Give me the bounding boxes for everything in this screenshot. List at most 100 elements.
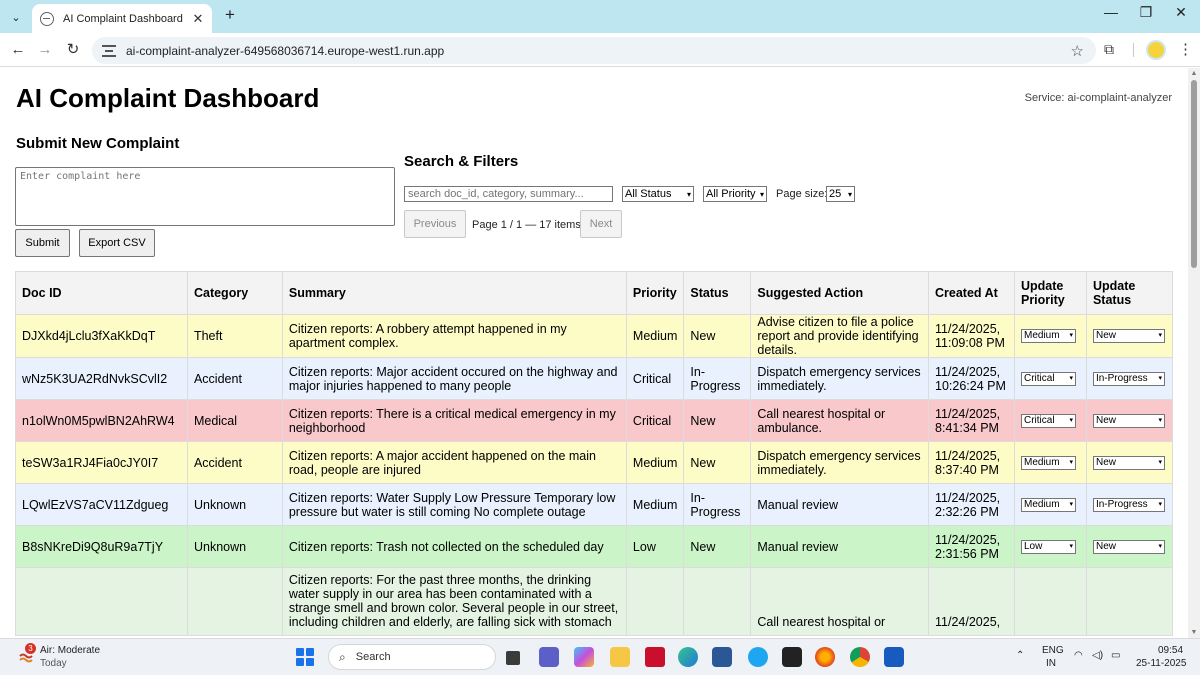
cell-summary: Citizen reports: Major accident occured … [281,357,627,400]
url-text[interactable]: ai-complaint-analyzer-649568036714.europ… [126,44,1071,58]
search-input[interactable] [404,186,613,202]
previous-page-button[interactable]: Previous [404,210,466,238]
volume-icon[interactable]: ◁) [1092,650,1103,661]
clock-date[interactable]: 25-11-2025 [1136,658,1186,669]
cell-created-at: 11/24/2025, 8:37:40 PM [928,441,1015,484]
priority-filter-select[interactable]: All Priority ▾ [703,186,767,202]
more-menu-icon[interactable]: ⋮ [1178,40,1193,58]
tab-search-chevron-icon[interactable]: ⌄ [6,7,26,27]
chrome-icon[interactable] [850,647,870,667]
windows-start-icon[interactable] [296,648,314,666]
cell-doc-id [15,567,188,636]
cell-doc-id: B8sNKreDi9Q8uR9a7TjY [15,525,188,568]
cell-priority: Critical [625,399,685,442]
intellij-icon[interactable] [782,647,802,667]
cell-update-status: In-Progress ▾ [1085,357,1174,400]
next-page-button[interactable]: Next [580,210,622,238]
update-priority-value: Critical [1023,414,1055,426]
tab-close-icon[interactable]: ✕ [188,11,208,27]
reload-icon[interactable]: ↻ [63,40,83,60]
firefox-icon[interactable] [815,647,835,667]
col-header-suggested-action: Suggested Action [750,271,930,315]
language-line2[interactable]: IN [1046,658,1056,669]
cell-status: New [683,399,752,442]
status-filter-value: All Status [625,188,672,200]
cell-created-at: 11/24/2025, 8:41:34 PM [928,399,1015,442]
update-status-select[interactable]: In-Progress ▾ [1092,371,1165,386]
cell-created-at-text: 11/24/2025, [935,615,1001,629]
paint-icon[interactable] [748,647,768,667]
cell-update-status: New ▾ [1085,441,1174,484]
col-header-update-status: Update Status [1085,271,1174,315]
language-line1[interactable]: ENG [1042,645,1064,656]
update-priority-select[interactable]: Medium ▾ [1020,329,1076,343]
complaint-textarea[interactable] [15,167,395,226]
new-tab-plus-icon[interactable]: + [220,5,240,25]
chevron-down-icon: ▾ [686,189,691,199]
chevron-down-icon: ▾ [759,189,764,199]
update-status-select[interactable]: New ▾ [1092,455,1165,470]
cell-status: New [683,314,752,358]
update-priority-value: Medium [1023,498,1060,510]
export-csv-button[interactable]: Export CSV [79,229,155,257]
restore-icon[interactable]: ❐ [1131,4,1161,21]
page-size-select[interactable]: 25 ▾ [826,186,855,202]
back-arrow-icon[interactable]: ← [8,40,28,60]
address-bar[interactable]: ai-complaint-analyzer-649568036714.europ… [92,37,1096,64]
col-header-created-at: Created At [928,271,1015,315]
update-priority-select[interactable]: Critical ▾ [1020,371,1076,386]
site-info-icon[interactable] [102,44,116,57]
browser-tab[interactable]: AI Complaint Dashboard ✕ [32,4,212,33]
update-priority-select[interactable]: Critical ▾ [1020,413,1076,428]
forward-arrow-icon[interactable]: → [35,40,55,60]
scroll-down-arrow-icon[interactable]: ▼ [1188,629,1200,636]
copilot-icon[interactable] [574,647,594,667]
task-view-icon[interactable] [506,651,520,665]
bookmark-star-icon[interactable]: ☆ [1071,42,1084,60]
battery-icon[interactable]: ▭ [1111,650,1120,661]
mcafee-icon[interactable] [645,647,665,667]
update-status-value: New [1095,540,1116,552]
weather-line2[interactable]: Today [40,658,67,669]
cell-category: Accident [186,441,283,484]
weather-line1[interactable]: Air: Moderate [40,645,100,656]
wifi-icon[interactable]: ◠ [1074,650,1083,661]
minimize-icon[interactable]: — [1096,4,1126,20]
scroll-thumb[interactable] [1191,80,1197,268]
scroll-up-arrow-icon[interactable]: ▲ [1188,70,1200,77]
file-explorer-icon[interactable] [610,647,630,667]
teams-icon[interactable] [539,647,559,667]
store-icon[interactable] [712,647,732,667]
taskbar-search[interactable]: ⌕ Search [328,644,496,670]
cell-priority [625,567,685,636]
window-close-icon[interactable]: ✕ [1166,4,1196,21]
page-scrollbar[interactable]: ▲ ▼ [1188,68,1200,638]
update-priority-value: Critical [1023,372,1055,384]
cell-category: Accident [186,357,283,400]
cell-update-status: New ▾ [1085,314,1174,358]
update-status-select[interactable]: New ▾ [1092,413,1165,428]
cell-update-priority: Medium ▾ [1013,314,1087,358]
update-priority-select[interactable]: Medium ▾ [1020,497,1076,512]
update-priority-select[interactable]: Medium ▾ [1020,455,1076,470]
update-status-select[interactable]: New ▾ [1092,539,1165,554]
cell-created-at: 11/24/2025, [928,567,1015,636]
cell-suggested-action: Call nearest hospital or ambulance. [750,399,930,442]
edge-icon[interactable] [678,647,698,667]
submit-button[interactable]: Submit [15,229,70,257]
update-status-select[interactable]: New ▾ [1092,329,1165,343]
status-filter-select[interactable]: All Status ▾ [622,186,694,202]
cell-suggested-action: Advise citizen to file a police report a… [750,314,930,358]
cell-priority: Medium [625,441,685,484]
tray-chevron-up-icon[interactable]: ⌃ [1016,650,1024,661]
extensions-puzzle-icon[interactable]: ⧉ [1104,41,1114,58]
profile-avatar[interactable] [1146,40,1166,60]
cell-status: In-Progress [683,357,752,400]
cell-suggested-action-text: Call nearest hospital or [757,615,886,629]
chevron-down-icon: ▾ [1158,374,1162,382]
update-priority-select[interactable]: Low ▾ [1020,539,1076,554]
page-size-value: 25 [829,188,842,200]
clock-time[interactable]: 09:54 [1158,645,1183,656]
update-status-select[interactable]: In-Progress ▾ [1092,497,1165,512]
word-icon[interactable] [884,647,904,667]
